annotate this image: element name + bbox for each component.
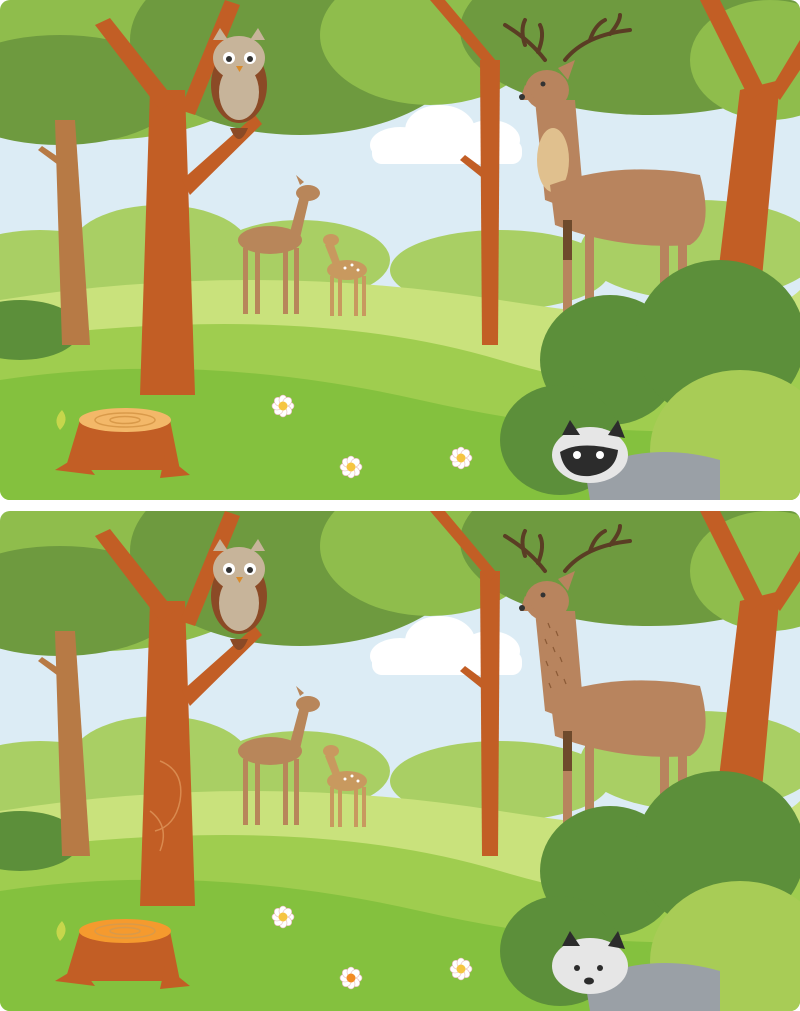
forest-scene	[0, 0, 800, 500]
raccoon-eye	[573, 451, 581, 459]
daisy-flower[interactable]	[339, 455, 363, 479]
daisy-flower[interactable]	[449, 957, 473, 981]
raccoon-nose	[584, 466, 594, 474]
modified-scene-panel[interactable]	[0, 511, 800, 1011]
daisy-flower[interactable]	[271, 394, 295, 418]
stump-top	[79, 408, 171, 432]
raccoon-nose	[584, 977, 594, 985]
raccoon-eye	[596, 451, 604, 459]
stump-top	[79, 919, 171, 943]
daisy-flower[interactable]	[449, 446, 473, 470]
daisy-flower[interactable]	[339, 966, 363, 990]
original-scene-panel[interactable]	[0, 0, 800, 500]
forest-scene	[0, 511, 800, 1011]
raccoon-eye	[574, 965, 580, 971]
raccoon-eye	[597, 965, 603, 971]
daisy-flower[interactable]	[271, 905, 295, 929]
